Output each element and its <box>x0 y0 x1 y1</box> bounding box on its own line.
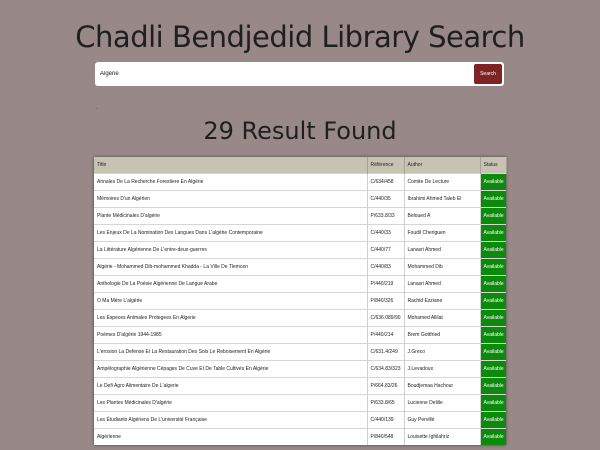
cell-title[interactable]: Plante Médicinales D'algérie <box>94 207 368 224</box>
search-input[interactable] <box>95 62 473 86</box>
results-table-header: Title Référence Author Status <box>94 157 507 173</box>
cell-author: Brem Gottfried <box>404 326 481 343</box>
cell-author: Mohammed Dib <box>404 258 481 275</box>
cell-reference: C/440/77 <box>367 241 405 258</box>
table-row[interactable]: Les Plantes Médicinales D'algérie P/633.… <box>94 394 506 411</box>
cell-reference: C/636.089/90 <box>367 309 405 326</box>
status-badge: Available <box>480 275 506 292</box>
page: Chadli Bendjedid Library Search Search .… <box>0 0 600 450</box>
stray-marker: . <box>96 105 98 111</box>
cell-reference: P/440/214 <box>367 326 405 343</box>
cell-author: Rachid Ezziane <box>404 292 481 309</box>
status-badge: Available <box>480 190 506 207</box>
cell-author: Comite De Lecture <box>404 173 481 190</box>
header-reference[interactable]: Référence <box>367 157 405 173</box>
table-row[interactable]: Les Especes Animales Protegees En Algeri… <box>94 309 506 326</box>
cell-author: Beloued A <box>404 207 481 224</box>
results-table: Title Référence Author Status Annales De… <box>94 157 507 445</box>
result-count: 29 Result Found <box>203 117 397 145</box>
cell-reference: C/634.83/323 <box>367 360 405 377</box>
cell-author: Mohamed Allilat <box>404 309 481 326</box>
status-badge: Available <box>480 377 506 394</box>
cell-author: Louisette Ighilahriz <box>404 428 481 445</box>
status-badge: Available <box>480 224 506 241</box>
header-author[interactable]: Author <box>404 157 481 173</box>
cell-reference: C/440/139 <box>367 411 405 428</box>
table-row[interactable]: L'erosion La Defense Et La Restauration … <box>94 343 506 360</box>
results-table-container: Title Référence Author Status Annales De… <box>94 157 507 445</box>
table-row[interactable]: O Ma Mère L'algérie P/840/326 Rachid Ezz… <box>94 292 506 309</box>
cell-reference: P/840/326 <box>367 292 405 309</box>
cell-title[interactable]: Algérienne <box>94 428 368 445</box>
cell-title[interactable]: Les Plantes Médicinales D'algérie <box>94 394 368 411</box>
cell-author: Lucienne Deliile <box>404 394 481 411</box>
cell-reference: C/440/83 <box>367 258 405 275</box>
cell-author: Lanasri Ahmed <box>404 275 481 292</box>
table-row[interactable]: Algérie - Mohammed Dib-mohammed Khadda -… <box>94 258 506 275</box>
header-status[interactable]: Status <box>480 157 507 173</box>
status-badge: Available <box>480 360 506 377</box>
status-badge: Available <box>480 258 506 275</box>
cell-title[interactable]: Anthologie De La Poésie Algérienne De La… <box>94 275 368 292</box>
table-row[interactable]: Anthologie De La Poésie Algérienne De La… <box>94 275 506 292</box>
status-badge: Available <box>480 411 506 428</box>
table-row[interactable]: Le Defi Agro Alimentaire De L'algerie P/… <box>94 377 506 394</box>
table-row[interactable]: La Littérature Algérienne De L'entre-deu… <box>94 241 506 258</box>
cell-title[interactable]: Le Defi Agro Alimentaire De L'algerie <box>94 377 368 394</box>
cell-reference: P/840/548 <box>367 428 405 445</box>
status-badge: Available <box>480 241 506 258</box>
status-badge: Available <box>480 343 506 360</box>
cell-reference: P/633.8/65 <box>367 394 405 411</box>
table-row[interactable]: Annales De La Recherche Forestiere En Al… <box>94 173 506 190</box>
cell-title[interactable]: Mémoires D'un Algérien <box>94 190 368 207</box>
header-title[interactable]: Title <box>94 157 368 173</box>
cell-reference: P/440/219 <box>367 275 405 292</box>
search-bar: Search <box>95 62 504 86</box>
cell-author: Foudil Cheriguen <box>404 224 481 241</box>
status-badge: Available <box>480 428 506 445</box>
cell-title[interactable]: La Littérature Algérienne De L'entre-deu… <box>94 241 368 258</box>
status-badge: Available <box>480 292 506 309</box>
cell-author: J.Levadoux <box>404 360 481 377</box>
cell-reference: C/634/458 <box>367 173 405 190</box>
table-row[interactable]: Poèmes D'algérie 1944-1985 P/440/214 Bre… <box>94 326 506 343</box>
cell-title[interactable]: Poèmes D'algérie 1944-1985 <box>94 326 368 343</box>
cell-reference: P/664.83/26 <box>367 377 405 394</box>
table-row[interactable]: Plante Médicinales D'algérie P/633.8/33 … <box>94 207 506 224</box>
cell-title[interactable]: Les Enjeux De La Nomination Des Langues … <box>94 224 368 241</box>
cell-title[interactable]: Annales De La Recherche Forestiere En Al… <box>94 173 368 190</box>
cell-author: Lanasri Ahmed <box>404 241 481 258</box>
cell-reference: C/631.4/249 <box>367 343 405 360</box>
cell-reference: C/440/35 <box>367 190 405 207</box>
header-row: Title Référence Author Status <box>94 157 507 173</box>
cell-title[interactable]: Algérie - Mohammed Dib-mohammed Khadda -… <box>94 258 368 275</box>
cell-author: J.Greco <box>404 343 481 360</box>
cell-author: Guy Pervillé <box>404 411 481 428</box>
status-badge: Available <box>480 326 506 343</box>
cell-author: Ibrahimi Ahmed Taleb El <box>404 190 481 207</box>
cell-title[interactable]: L'erosion La Defense Et La Restauration … <box>94 343 368 360</box>
status-badge: Available <box>480 207 506 224</box>
table-row[interactable]: Les Enjeux De La Nomination Des Langues … <box>94 224 506 241</box>
page-title: Chadli Bendjedid Library Search <box>75 20 525 54</box>
cell-title[interactable]: Les Especes Animales Protegees En Algeri… <box>94 309 368 326</box>
cell-title[interactable]: O Ma Mère L'algérie <box>94 292 368 309</box>
status-badge: Available <box>480 173 506 190</box>
cell-reference: C/440/33 <box>367 224 405 241</box>
results-table-body: Annales De La Recherche Forestiere En Al… <box>94 173 506 445</box>
cell-title[interactable]: Les Étudiants Algériens De L'université … <box>94 411 368 428</box>
cell-title[interactable]: Ampélographie Algérienne Cépages De Cuve… <box>94 360 368 377</box>
cell-author: Boudjemaa Hachour <box>404 377 481 394</box>
table-row[interactable]: Mémoires D'un Algérien C/440/35 Ibrahimi… <box>94 190 506 207</box>
status-badge: Available <box>480 394 506 411</box>
search-button[interactable]: Search <box>474 64 502 84</box>
table-row[interactable]: Algérienne P/840/548 Louisette Ighilahri… <box>94 428 506 445</box>
cell-reference: P/633.8/33 <box>367 207 405 224</box>
table-row[interactable]: Ampélographie Algérienne Cépages De Cuve… <box>94 360 506 377</box>
table-row[interactable]: Les Étudiants Algériens De L'université … <box>94 411 506 428</box>
status-badge: Available <box>480 309 506 326</box>
